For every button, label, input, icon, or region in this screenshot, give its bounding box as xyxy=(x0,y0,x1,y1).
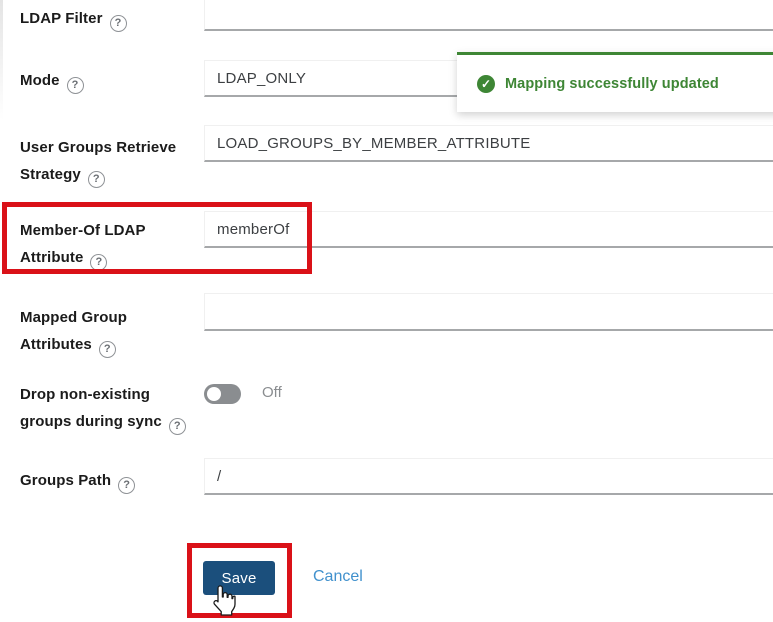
field-label-groups-path: Groups Path? xyxy=(20,467,202,494)
field-label-drop-non-existing-groups: Drop non-existing groups during sync? xyxy=(20,381,202,435)
toggle-state-label: Off xyxy=(262,384,282,401)
field-label-text: Groups Path xyxy=(20,472,111,489)
field-label-mode: Mode? xyxy=(20,67,202,94)
groups-path-input[interactable] xyxy=(204,458,773,495)
toast-message: Mapping successfully updated xyxy=(505,76,719,92)
field-label-mapped-group-attributes: Mapped Group Attributes? xyxy=(20,304,202,358)
save-button[interactable]: Save xyxy=(203,561,275,595)
ldap-filter-input[interactable] xyxy=(204,0,773,31)
help-icon[interactable]: ? xyxy=(90,254,107,271)
field-label-text: Mode xyxy=(20,72,60,89)
field-label-text: Member-Of LDAP Attribute xyxy=(20,222,145,266)
help-icon[interactable]: ? xyxy=(110,15,127,32)
help-icon[interactable]: ? xyxy=(67,77,84,94)
toggle-knob xyxy=(207,387,221,401)
field-label-user-groups-retrieve-strategy: User Groups Retrieve Strategy? xyxy=(20,134,202,188)
check-circle-icon: ✓ xyxy=(477,75,495,93)
drop-groups-toggle[interactable] xyxy=(204,384,241,404)
help-icon[interactable]: ? xyxy=(169,418,186,435)
field-label-text: Drop non-existing groups during sync xyxy=(20,386,162,430)
field-label-member-of-ldap-attribute: Member-Of LDAP Attribute? xyxy=(20,217,202,271)
field-label-ldap-filter: LDAP Filter? xyxy=(20,5,202,32)
field-label-text: LDAP Filter xyxy=(20,10,103,27)
success-toast: ✓ Mapping successfully updated xyxy=(457,52,773,112)
user-groups-retrieve-strategy-input[interactable] xyxy=(204,125,773,162)
panel-edge xyxy=(0,0,3,120)
mapped-group-attributes-input[interactable] xyxy=(204,293,773,331)
member-of-ldap-attribute-input[interactable] xyxy=(204,211,773,248)
help-icon[interactable]: ? xyxy=(99,341,116,358)
help-icon[interactable]: ? xyxy=(88,171,105,188)
ldap-mapper-settings-form: LDAP Filter? Mode? ✓ Mapping successfull… xyxy=(0,0,773,622)
help-icon[interactable]: ? xyxy=(118,477,135,494)
cancel-button[interactable]: Cancel xyxy=(313,568,363,586)
